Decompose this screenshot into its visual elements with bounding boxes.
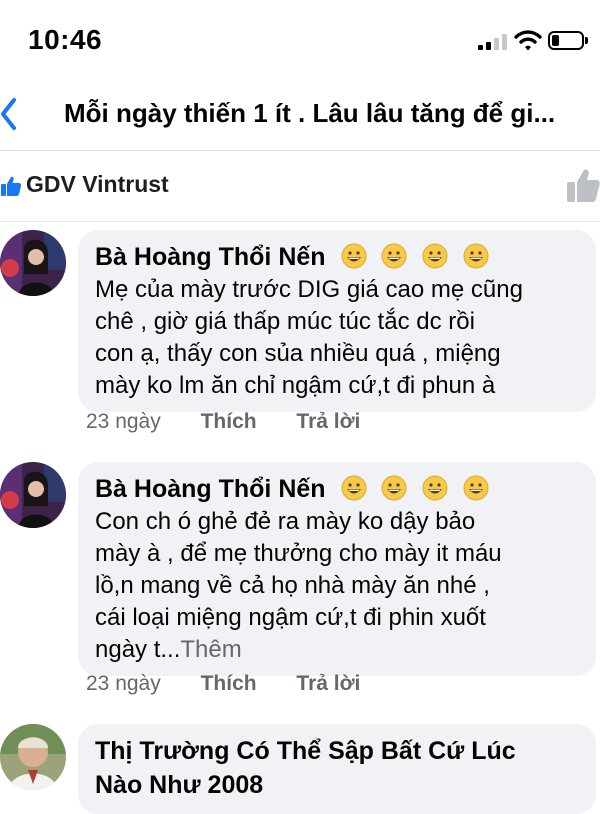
comment-author-name-line: Nào Như 2008 xyxy=(95,771,264,799)
comment-author[interactable]: Bà Hoàng Thổi Nến xyxy=(95,472,582,506)
comment-meta: 23 ngày Thích Trả lời xyxy=(86,410,394,434)
comment-text-line: Mẹ của mày trước DIG giá cao mẹ cũng xyxy=(95,276,523,303)
comment-time: 23 ngày xyxy=(86,672,161,695)
comment-text-line: ngày t...Thêm xyxy=(95,634,582,666)
cellular-signal-icon xyxy=(478,34,508,50)
comment-author-name-line: Thị Trường Có Thể Sập Bất Cứ Lúc xyxy=(95,737,516,765)
see-more-link[interactable]: Thêm xyxy=(180,636,241,663)
comment-bubble[interactable]: Bà Hoàng Thổi Nến Con ch ó ghẻ đẻ ra mày… xyxy=(78,462,596,676)
grinning-face-icon xyxy=(341,475,367,501)
nav-bar: Mỗi ngày thiến 1 ít . Lâu lâu tăng để gi… xyxy=(0,80,600,151)
comment-text: Mẹ của mày trước DIG giá cao mẹ cũng chê… xyxy=(95,274,582,402)
grinning-face-icon xyxy=(422,475,448,501)
comment-text-line: chê , giờ giá thấp múc túc tắc dc rồi xyxy=(95,308,475,335)
comment-time: 23 ngày xyxy=(86,410,161,433)
grinning-face-icon xyxy=(341,243,367,269)
comment-text-line: Con ch ó ghẻ đẻ ra mày ko dậy bảo xyxy=(95,508,476,535)
avatar[interactable] xyxy=(0,230,66,296)
thumbs-up-icon xyxy=(1,176,22,196)
back-chevron-icon[interactable] xyxy=(0,94,32,134)
avatar[interactable] xyxy=(0,462,66,528)
comment-author-name: Bà Hoàng Thổi Nến xyxy=(95,475,326,503)
comment-meta: 23 ngày Thích Trả lời xyxy=(86,672,394,696)
reply-action-button[interactable]: Trả lời xyxy=(296,410,360,434)
page-name[interactable]: GDV Vintrust xyxy=(26,171,169,198)
reply-action-button[interactable]: Trả lời xyxy=(296,672,360,696)
comment-bubble[interactable]: Bà Hoàng Thổi Nến Mẹ của mày trước DIG g… xyxy=(78,230,596,412)
comment-author[interactable]: Thị Trường Có Thể Sập Bất Cứ Lúc Nào Như… xyxy=(95,734,582,802)
battery-icon xyxy=(548,31,588,50)
comment-author-name: Bà Hoàng Thổi Nến xyxy=(95,243,326,271)
status-bar: 10:46 xyxy=(0,0,600,80)
like-action-button[interactable]: Thích xyxy=(201,672,257,696)
comment-author[interactable]: Bà Hoàng Thổi Nến xyxy=(95,240,582,274)
comment-bubble[interactable]: Thị Trường Có Thể Sập Bất Cứ Lúc Nào Như… xyxy=(78,724,596,814)
comment-text-line: mày à , để mẹ thưởng cho mày it máu xyxy=(95,540,502,567)
grinning-face-icon xyxy=(422,243,448,269)
grinning-face-icon xyxy=(463,475,489,501)
comment-text-line: lồ,n mang về cả họ nhà mày ăn nhé , xyxy=(95,572,490,599)
like-action-button[interactable]: Thích xyxy=(201,410,257,434)
avatar[interactable] xyxy=(0,724,66,790)
comment-text-line: con ạ, thấy con sủa nhiều quá , miệng xyxy=(95,340,501,367)
comment-text-line: cái loại miệng ngậm cứ,t đi phin xuốt xyxy=(95,604,486,631)
post-title: Mỗi ngày thiến 1 ít . Lâu lâu tăng để gi… xyxy=(64,98,556,128)
grinning-face-icon xyxy=(381,475,407,501)
grinning-face-icon xyxy=(463,243,489,269)
like-button-icon[interactable] xyxy=(566,167,600,203)
page-row: GDV Vintrust xyxy=(0,151,600,222)
status-time: 10:46 xyxy=(28,24,103,55)
grinning-face-icon xyxy=(381,243,407,269)
comment-text-truncated: ngày t... xyxy=(95,636,181,663)
comment-text: Con ch ó ghẻ đẻ ra mày ko dậy bảo mày à … xyxy=(95,506,582,666)
comment-text-line: mày ko lm ăn chỉ ngậm cứ,t đi phun à xyxy=(95,372,496,399)
wifi-icon xyxy=(514,30,542,51)
